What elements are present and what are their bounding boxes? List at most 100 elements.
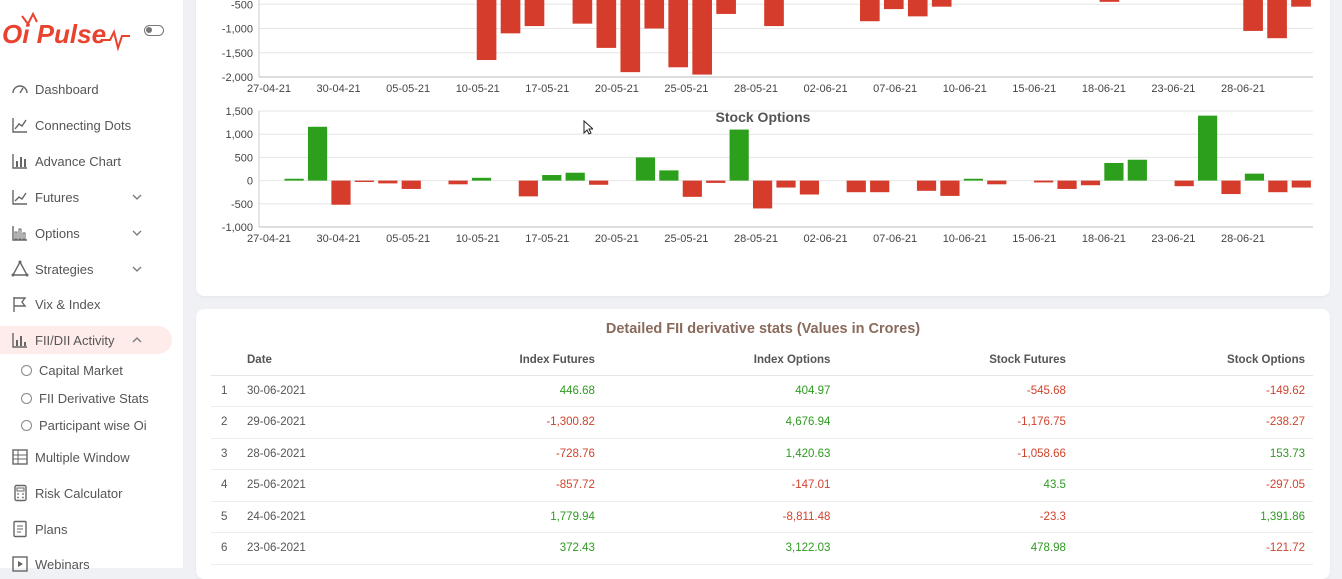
bar (401, 180, 421, 189)
circle-icon (21, 365, 32, 376)
bar (1221, 180, 1241, 195)
sidebar-subitem-fii-derivative-stats[interactable]: FII Derivative Stats (0, 388, 172, 410)
sidebar-item-options[interactable]: Options (0, 219, 172, 247)
y-tick-label: -500 (231, 199, 253, 211)
bar (596, 0, 617, 48)
bar (518, 180, 538, 197)
row-date: 29-06-2021 (241, 406, 371, 439)
table-title: Detailed FII derivative stats (Values in… (605, 321, 921, 337)
chevron-up-icon[interactable] (132, 335, 142, 345)
header-index-options[interactable]: Index Options (602, 345, 839, 376)
header-index-futures[interactable]: Index Futures (371, 345, 603, 376)
table-row[interactable]: 2 29-06-2021 -1,300.82 4,676.94 -1,176.75 -23… (211, 406, 1313, 439)
x-tick-label: 15-06-21 (1012, 83, 1056, 95)
sidebar-item-strategies[interactable]: Strategies (0, 255, 172, 283)
mouse-cursor-icon (583, 120, 593, 135)
sidebar-item-vix-index[interactable]: Vix & Index (0, 290, 172, 318)
sidebar-item-multiple-window[interactable]: Multiple Window (0, 443, 172, 471)
sidebar-item-futures[interactable]: Futures (0, 183, 172, 211)
x-tick-label: 20-05-21 (595, 233, 639, 245)
bar (1034, 180, 1054, 183)
bar (764, 0, 784, 27)
bar (1057, 180, 1077, 189)
cell-index-futures: -857.72 (371, 469, 603, 502)
table-row[interactable]: 5 24-06-2021 1,779.94 -8,811.48 -23.3 1,391.8… (211, 501, 1313, 533)
table-row[interactable]: 1 30-06-2021 446.68 404.97 -545.68 -149.62 (211, 375, 1313, 407)
x-tick-label: 23-06-21 (1151, 233, 1195, 245)
sidebar-item-webinars[interactable]: Webinars (0, 550, 172, 578)
cell-stock-options: 1,391.86 (1073, 501, 1313, 533)
sidebar-item-label: Strategies (35, 261, 94, 277)
charts-card: 0-500-1,000-1,500-2,00027-04-2130-04-210… (196, 0, 1330, 296)
bar (1127, 159, 1147, 181)
chevron-down-icon[interactable] (132, 228, 142, 238)
x-tick-label: 20-05-21 (595, 83, 639, 95)
bar (307, 126, 328, 181)
row-index: 6 (211, 532, 241, 565)
bar (471, 177, 492, 181)
bar (1291, 0, 1311, 7)
trend-icon (12, 190, 27, 205)
bar (706, 180, 726, 183)
chevron-down-icon[interactable] (132, 264, 142, 274)
row-date: 23-06-2021 (241, 532, 371, 565)
bar (1099, 0, 1120, 2)
bar (940, 180, 960, 196)
circle-icon (21, 393, 32, 404)
sidebar-collapse-toggle[interactable] (144, 25, 164, 36)
sidebar-item-dashboard[interactable]: Dashboard (0, 75, 172, 103)
bar (542, 175, 562, 181)
header-stock-options[interactable]: Stock Options (1073, 345, 1313, 376)
y-tick-label: -1,000 (222, 24, 253, 36)
circle-icon (21, 420, 32, 431)
cell-stock-futures: -545.68 (838, 375, 1074, 407)
charts-svg: 0-500-1,000-1,500-2,00027-04-2130-04-210… (222, 0, 1313, 245)
sidebar-item-label: Webinars (35, 556, 90, 572)
sidebar: Oi Pulse Dashboard Connecting Dots Advan… (0, 0, 184, 572)
bar (500, 0, 521, 34)
bar (644, 0, 665, 29)
row-index: 3 (211, 438, 241, 470)
x-tick-label: 17-05-21 (525, 233, 569, 245)
bar (659, 170, 679, 181)
sidebar-item-fii-dii-activity[interactable]: FII/DII Activity (0, 326, 172, 354)
x-tick-label: 18-06-21 (1082, 233, 1126, 245)
header-stock-futures[interactable]: Stock Futures (838, 345, 1074, 376)
oi-pulse-logo[interactable]: Oi Pulse (2, 10, 132, 56)
table-row[interactable]: 6 23-06-2021 372.43 3,122.03 478.98 -121.72 (211, 532, 1313, 565)
bar (963, 178, 983, 181)
x-tick-label: 27-04-21 (247, 83, 291, 95)
cell-stock-futures: 43.5 (838, 469, 1074, 502)
sidebar-item-plans[interactable]: Plans (0, 515, 172, 543)
chevron-down-icon[interactable] (132, 192, 142, 202)
table-row[interactable]: 4 25-06-2021 -857.72 -147.01 43.5 -297.05 (211, 469, 1313, 502)
table-row[interactable]: 3 28-06-2021 -728.76 1,420.63 -1,058.66 153.7… (211, 438, 1313, 470)
cell-index-options: 404.97 (602, 375, 839, 407)
sidebar-subitem-capital-market[interactable]: Capital Market (0, 360, 172, 382)
y-tick-label: 0 (247, 176, 253, 188)
bar (752, 180, 773, 209)
calculator-icon (14, 484, 27, 502)
sidebar-subitem-participant-wise-oi[interactable]: Participant wise Oi (0, 415, 172, 437)
sidebar-item-label: Multiple Window (35, 449, 130, 465)
cell-index-futures: -1,300.82 (371, 406, 603, 439)
y-tick-label: -1,500 (222, 48, 253, 60)
sidebar-item-label: Vix & Index (35, 296, 101, 312)
sidebar-item-risk-calculator[interactable]: Risk Calculator (0, 479, 172, 507)
sidebar-item-label: Connecting Dots (35, 117, 132, 133)
header-date[interactable]: Date (241, 345, 371, 376)
x-tick-label: 10-06-21 (943, 233, 987, 245)
document-icon (13, 520, 27, 538)
sidebar-item-advance-chart[interactable]: Advance Chart (0, 147, 172, 175)
x-tick-label: 30-04-21 (317, 83, 361, 95)
bar (1268, 180, 1288, 193)
sidebar-item-connecting-dots[interactable]: Connecting Dots (0, 111, 172, 139)
sidebar-subitem-label: Participant wise Oi (39, 418, 147, 433)
x-tick-label: 10-06-21 (943, 83, 987, 95)
bar (635, 157, 656, 181)
x-tick-label: 07-06-21 (873, 233, 917, 245)
cell-stock-futures: -23.3 (838, 501, 1074, 533)
y-tick-label: 1,500 (225, 106, 253, 118)
bar-chart-icon (12, 333, 27, 348)
row-date: 24-06-2021 (241, 501, 371, 533)
